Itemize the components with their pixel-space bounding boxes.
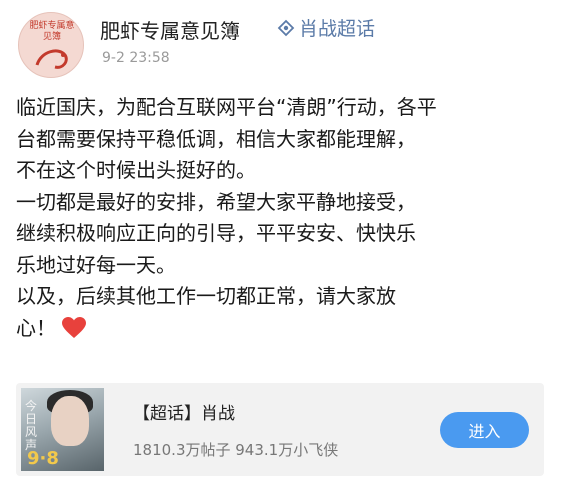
- post-line-last: 心！: [16, 313, 551, 345]
- username[interactable]: 肥虾专属意见簿: [100, 15, 240, 44]
- post-line: 一切都是最好的安排，希望大家平静地接受，: [16, 189, 416, 214]
- post-line: 以及，后续其他工作一切都正常，请大家放: [16, 284, 396, 308]
- shrimp-icon: [35, 49, 68, 69]
- post-line: 台都需要保持平稳低调，相信大家都能理解，: [16, 126, 416, 151]
- poster-date: 9·8: [27, 448, 59, 469]
- topic-poster-image: 今日风声 9·8: [21, 388, 104, 471]
- super-topic-card[interactable]: 今日风声 9·8 【超话】肖战 1810.3万帖子 943.1万小飞侠 进入: [16, 383, 544, 476]
- topic-link[interactable]: 肖战超话: [277, 14, 375, 41]
- avatar[interactable]: 肥虾专属意见簿: [18, 12, 84, 78]
- timestamp: 9-2 23:58: [102, 50, 170, 66]
- post-line: 心！: [16, 315, 56, 340]
- post-body: 临近国庆，为配合互联网平台“清朗”行动，各平 台都需要保持平稳低调，相信大家都能…: [16, 92, 551, 344]
- super-topic-icon: [277, 19, 295, 36]
- post-line: 继续积极响应正向的引导，平平安安、快快乐: [16, 221, 416, 245]
- red-heart-icon: [62, 316, 86, 338]
- post-line: 临近国庆，为配合互联网平台“清朗”行动，各平: [16, 95, 437, 119]
- topic-link-label: 肖战超话: [299, 18, 376, 40]
- card-title: 【超话】肖战: [133, 404, 235, 424]
- post-line: 乐地过好每一天。: [16, 252, 176, 277]
- post-line: 不在这个时候出头挺好的。: [16, 158, 256, 182]
- poster-caption: 今日风声: [25, 399, 38, 452]
- card-stats: 1810.3万帖子 943.1万小飞侠: [133, 441, 339, 459]
- enter-button[interactable]: 进入: [440, 412, 529, 448]
